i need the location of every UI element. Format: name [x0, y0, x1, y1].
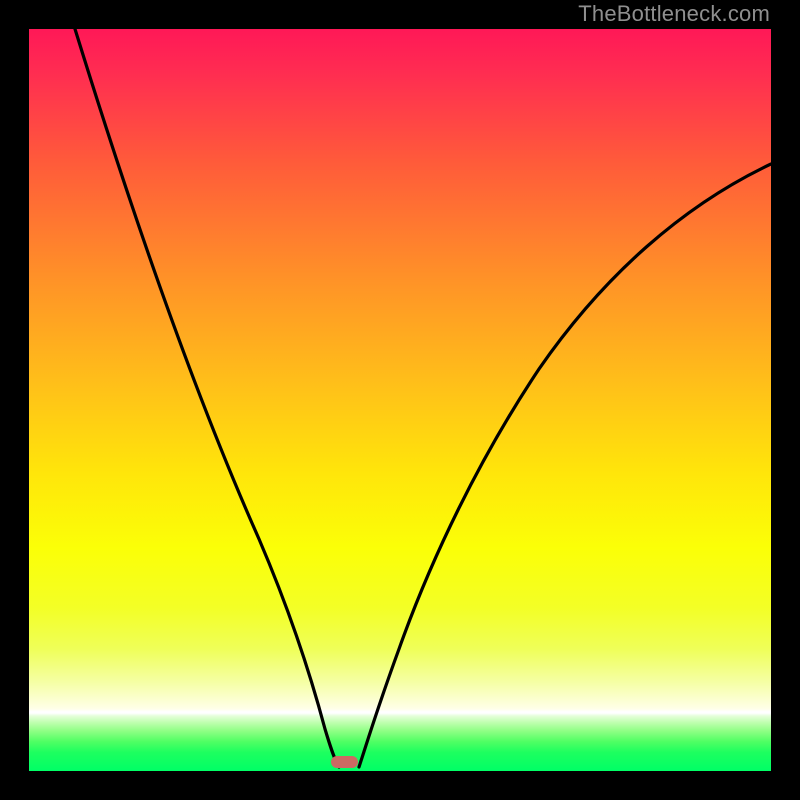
bottleneck-curve [29, 29, 771, 771]
chart-frame: TheBottleneck.com [0, 0, 800, 800]
curve-right-branch [359, 164, 771, 767]
optimum-marker [331, 756, 358, 768]
plot-area [29, 29, 771, 771]
curve-left-branch [75, 29, 339, 767]
watermark-text: TheBottleneck.com [578, 1, 770, 27]
